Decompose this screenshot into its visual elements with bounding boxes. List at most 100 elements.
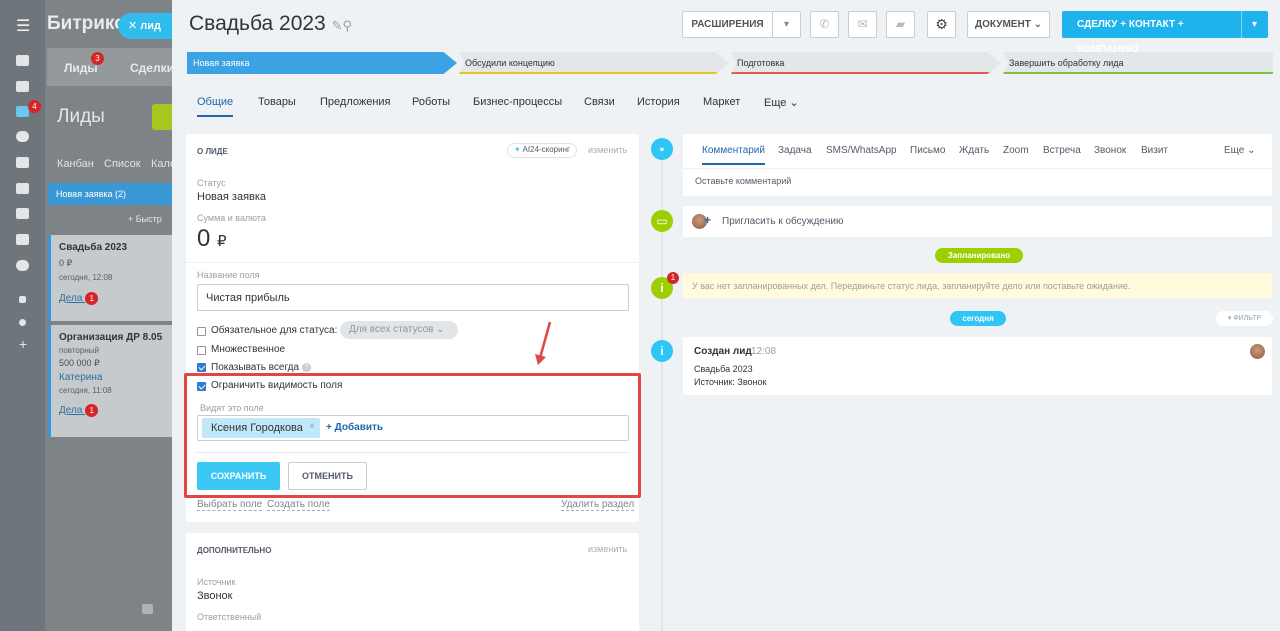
tl-tab-comment[interactable]: Комментарий: [702, 145, 765, 165]
crm-icon[interactable]: [16, 106, 29, 117]
kanban-column-header: Новая заявка (2): [48, 183, 172, 205]
field-name-input[interactable]: Чистая прибыль: [197, 284, 629, 311]
card-deals[interactable]: Дела 1: [59, 404, 172, 417]
view-list[interactable]: Список: [104, 158, 141, 170]
chat-dot-icon: ▭: [651, 210, 673, 232]
stage-new[interactable]: Новая заявка: [187, 52, 457, 74]
create-field-link[interactable]: Создать поле: [267, 499, 330, 511]
kanban-card[interactable]: Организация ДР 8.05 повторный 500 000 ₽ …: [48, 325, 172, 437]
filter-button[interactable]: ▾ ФИЛЬТР: [1216, 311, 1273, 326]
tab-more-label: Еще: [764, 97, 787, 109]
view-calendar[interactable]: Календ: [151, 158, 172, 170]
add-user-icon: +: [704, 213, 712, 227]
tl-tab-visit[interactable]: Визит: [1141, 145, 1168, 156]
settings-button[interactable]: ⚙: [927, 11, 956, 38]
tab-market[interactable]: Маркет: [703, 96, 740, 108]
tab-history[interactable]: История: [637, 96, 680, 108]
background-app: ☰ 4 + Битрикс Лиды 3 Сделки Лиды Канбан …: [0, 0, 172, 631]
currency-sign: ₽: [217, 233, 227, 250]
quick-add-link[interactable]: + Быстр: [48, 210, 172, 228]
delete-section-link[interactable]: Удалить раздел: [561, 499, 635, 511]
stage-prep[interactable]: Подготовка: [731, 52, 1001, 74]
print-icon[interactable]: [142, 604, 153, 614]
tasks-icon[interactable]: [16, 81, 29, 92]
structure-icon[interactable]: [19, 296, 26, 303]
tab-more[interactable]: Еще ⌄: [764, 96, 799, 109]
document-button[interactable]: ДОКУМЕНТ ⌄: [967, 11, 1050, 38]
tl-tab-task[interactable]: Задача: [778, 145, 812, 156]
chevron-down-icon: ⌄: [1033, 19, 1042, 30]
phone-icon: ✆: [819, 17, 830, 31]
tab-general[interactable]: Общие: [197, 96, 234, 117]
card-contact[interactable]: Катерина: [59, 372, 172, 383]
activity-icon[interactable]: [16, 55, 29, 66]
menu-icon[interactable]: ☰: [16, 16, 30, 36]
chat-button[interactable]: ▰: [886, 11, 915, 38]
help-icon[interactable]: ?: [302, 363, 311, 372]
tab-robots[interactable]: Роботы: [412, 96, 450, 108]
status-value: Новая заявка: [197, 191, 267, 203]
create-label: СДЕЛКУ + КОНТАКТ + КОМПАНИЮ: [1077, 19, 1184, 55]
multiple-checkbox[interactable]: [197, 346, 206, 355]
card-title: Организация ДР 8.05: [59, 332, 163, 343]
tl-tab-email[interactable]: Письмо: [910, 145, 945, 156]
tl-tab-more[interactable]: Еще ⌄: [1224, 145, 1256, 156]
stage-finish[interactable]: Завершить обработку лида: [1003, 52, 1273, 74]
email-button[interactable]: ✉: [848, 11, 877, 38]
add-lead-button[interactable]: [152, 104, 172, 130]
about-edit-link[interactable]: изменить: [588, 145, 627, 155]
database-icon[interactable]: [16, 234, 29, 245]
kanban-card[interactable]: Свадьба 2023 0 ₽ сегодня, 12:08 Дела 1: [48, 235, 172, 321]
required-checkbox[interactable]: [197, 327, 206, 336]
create-deal-button[interactable]: СДЕЛКУ + КОНТАКТ + КОМПАНИЮ: [1062, 11, 1242, 55]
ai-scoring-button[interactable]: ✦ AI24-скоринг: [507, 143, 577, 158]
select-field-link[interactable]: Выбрать поле: [197, 499, 263, 511]
view-kanban[interactable]: Канбан: [57, 158, 94, 170]
created-event: Создан лид 12:08 Свадьба 2023 Источник: …: [683, 337, 1272, 395]
card-deals[interactable]: Дела 1: [59, 292, 172, 305]
bg-tab-bar: Лиды 3 Сделки: [47, 48, 172, 86]
tl-tab-sms[interactable]: SMS/WhatsApp: [826, 145, 897, 156]
tl-tab-meeting[interactable]: Встреча: [1043, 145, 1081, 156]
chip-label: лид: [140, 20, 162, 32]
warning-badge: 1: [667, 272, 679, 284]
card-meta: повторный: [59, 346, 99, 355]
tl-tab-wait[interactable]: Ждать: [959, 145, 989, 156]
create-dropdown[interactable]: ▾: [1241, 11, 1268, 38]
sites-icon[interactable]: [16, 131, 29, 142]
tab-links[interactable]: Связи: [584, 96, 615, 108]
settings-icon[interactable]: [19, 319, 26, 326]
stage-label: Обсудили концепцию: [465, 58, 555, 68]
gear-icon: ⚙: [935, 16, 948, 32]
responsible-label: Ответственный: [197, 612, 262, 622]
required-status-select[interactable]: Для всех статусов ⌄: [340, 321, 458, 339]
additional-edit-link[interactable]: изменить: [588, 544, 627, 554]
tab-deals[interactable]: Сделки: [130, 61, 172, 75]
tl-tab-zoom[interactable]: Zoom: [1003, 145, 1029, 156]
call-button[interactable]: ✆: [810, 11, 839, 38]
robot-icon[interactable]: [16, 208, 29, 219]
edit-pencil-icon[interactable]: ✎⚲: [332, 18, 352, 33]
show-always-checkbox[interactable]: [197, 363, 206, 372]
shop-icon[interactable]: [16, 157, 29, 168]
stage-concept[interactable]: Обсудили концепцию: [459, 52, 729, 74]
tl-tab-call[interactable]: Звонок: [1094, 145, 1126, 156]
author-avatar[interactable]: [1250, 344, 1265, 359]
extensions-button[interactable]: РАСШИРЕНИЯ: [682, 11, 773, 38]
invite-panel[interactable]: + Пригласить к обсуждению: [683, 206, 1272, 237]
document-label: ДОКУМЕНТ: [975, 19, 1031, 30]
comment-input[interactable]: Оставьте комментарий: [695, 176, 791, 186]
tab-quotes[interactable]: Предложения: [320, 96, 391, 108]
extensions-dropdown[interactable]: ▾: [772, 11, 801, 38]
plus-icon[interactable]: +: [19, 336, 27, 352]
tab-products[interactable]: Товары: [258, 96, 296, 108]
amount-value: 0 ₽: [197, 225, 227, 253]
card-money: 500 000 ₽: [59, 358, 100, 368]
tab-bp[interactable]: Бизнес-процессы: [473, 96, 562, 108]
contacts-icon[interactable]: [16, 183, 29, 194]
lead-slider: Свадьба 2023 ✎⚲ РАСШИРЕНИЯ ▾ ✆ ✉ ▰ ⚙ ДОК…: [172, 0, 1280, 631]
close-slider-chip[interactable]: ✕ лид: [118, 13, 174, 39]
check-icon[interactable]: [16, 260, 29, 271]
event-title: Создан лид: [694, 346, 752, 357]
required-label: Обязательное для статуса:: [211, 325, 338, 336]
